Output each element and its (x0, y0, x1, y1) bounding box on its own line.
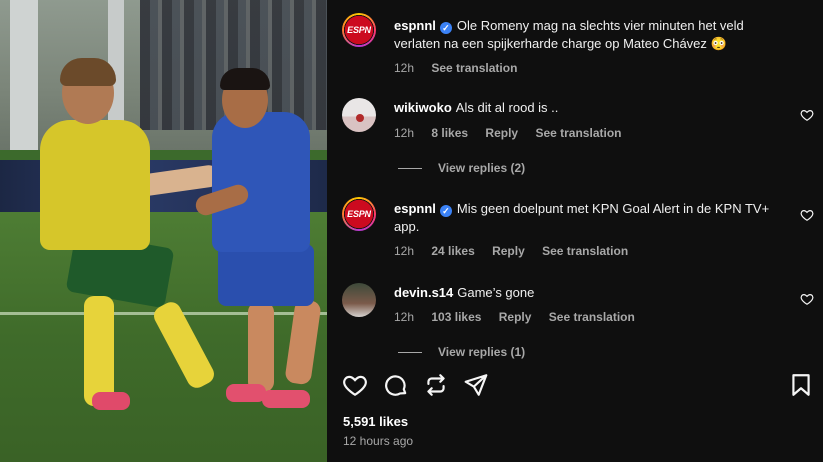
see-translation-link[interactable]: See translation (542, 244, 628, 258)
like-comment-heart-icon[interactable] (800, 208, 814, 222)
like-comment-heart-icon[interactable] (800, 292, 814, 306)
reply-button[interactable]: Reply (499, 310, 532, 324)
avatar[interactable]: ESPN (342, 197, 376, 231)
username[interactable]: devin.s14 (394, 285, 453, 300)
bookmark-icon[interactable] (788, 372, 814, 398)
post-viewer: ESPN espnnl ✓ Ole Romeny mag na slechts vi… (0, 0, 823, 462)
comment-text: Als dit al rood is .. (455, 100, 559, 115)
post-timestamp: 12 hours ago (343, 434, 414, 448)
reply-button[interactable]: Reply (492, 244, 525, 258)
player-blue (212, 112, 310, 252)
repost-icon[interactable] (423, 372, 449, 398)
post-video[interactable] (0, 0, 327, 462)
comment-likes[interactable]: 8 likes (431, 126, 468, 140)
view-replies-button[interactable]: View replies (2) (398, 161, 525, 175)
comment-time: 12h (394, 126, 415, 140)
see-translation-link[interactable]: See translation (431, 61, 517, 75)
avatar[interactable] (342, 98, 376, 132)
username[interactable]: espnnl (394, 18, 436, 33)
heart-icon[interactable] (342, 372, 368, 398)
comment-time: 12h (394, 310, 415, 324)
avatar[interactable] (342, 283, 376, 317)
comment-text: Game’s gone (457, 285, 535, 300)
send-icon[interactable] (463, 372, 489, 398)
username[interactable]: espnnl (394, 201, 436, 216)
verified-badge-icon: ✓ (439, 205, 452, 217)
comment-time: 12h (394, 244, 415, 258)
player-yellow (40, 120, 150, 250)
verified-badge-icon: ✓ (439, 22, 452, 34)
reply-button[interactable]: Reply (485, 126, 518, 140)
post-likes-count[interactable]: 5,591 likes (343, 414, 408, 429)
comment-likes[interactable]: 24 likes (431, 244, 474, 258)
see-translation-link[interactable]: See translation (549, 310, 635, 324)
post-actions (342, 372, 812, 398)
view-replies-button[interactable]: View replies (1) (398, 345, 525, 359)
like-comment-heart-icon[interactable] (800, 108, 814, 122)
avatar[interactable]: ESPN (342, 13, 376, 47)
username[interactable]: wikiwoko (394, 100, 452, 115)
comment-time: 12h (394, 61, 415, 75)
comment-likes[interactable]: 103 likes (431, 310, 481, 324)
comment-icon[interactable] (383, 372, 409, 398)
see-translation-link[interactable]: See translation (535, 126, 621, 140)
